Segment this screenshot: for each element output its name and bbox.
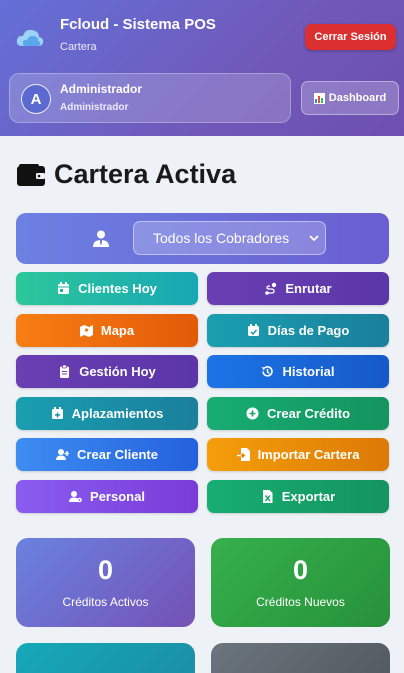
calendar-day-icon	[58, 282, 70, 294]
page-title: Cartera Activa	[17, 159, 236, 190]
historial-button[interactable]: Historial	[207, 355, 389, 388]
stat-creditos-nuevos: 0 Créditos Nuevos	[211, 538, 390, 627]
history-icon	[261, 366, 274, 377]
bar-chart-icon	[313, 92, 325, 104]
app-title: Fcloud - Sistema POS	[60, 16, 216, 33]
calendar-plus-icon	[51, 407, 63, 419]
mapa-button[interactable]: Mapa	[16, 314, 198, 347]
stat-value: 0	[292, 555, 309, 585]
dias-de-pago-button[interactable]: Días de Pago	[207, 314, 389, 347]
dashboard-button[interactable]: Dashboard	[301, 81, 399, 115]
user-card: A Administrador Administrador	[9, 73, 291, 123]
top-header: Fcloud - Sistema POS Cartera Cerrar Sesi…	[0, 0, 404, 136]
chevron-down-icon	[309, 235, 319, 242]
user-plus-icon	[56, 449, 70, 460]
importar-cartera-label: Importar Cartera	[257, 447, 360, 462]
stat-card-partial	[16, 643, 195, 673]
stat-value: 0	[97, 555, 114, 585]
exportar-label: Exportar	[281, 489, 336, 504]
collector-filter-bar: Todos los Cobradores	[16, 213, 389, 264]
stat-label: Créditos Activos	[62, 595, 149, 609]
enrutar-label: Enrutar	[285, 281, 332, 296]
importar-cartera-button[interactable]: Importar Cartera	[207, 438, 389, 471]
historial-label: Historial	[282, 364, 335, 379]
dias-de-pago-label: Días de Pago	[267, 323, 350, 338]
crear-credito-label: Crear Crédito	[266, 406, 351, 421]
enrutar-button[interactable]: Enrutar	[207, 272, 389, 305]
aplazamientos-button[interactable]: Aplazamientos	[16, 397, 198, 430]
map-icon	[79, 325, 93, 337]
user-tie-icon	[93, 230, 109, 247]
stat-label: Créditos Nuevos	[256, 595, 345, 609]
crear-cliente-button[interactable]: Crear Cliente	[16, 438, 198, 471]
exportar-button[interactable]: Exportar	[207, 480, 389, 513]
app-subtitle: Cartera	[60, 41, 97, 53]
avatar: A	[21, 84, 51, 114]
collector-select[interactable]: Todos los Cobradores	[133, 221, 326, 255]
user-cog-icon	[69, 491, 82, 503]
personal-button[interactable]: Personal	[16, 480, 198, 513]
aplazamientos-label: Aplazamientos	[71, 406, 164, 421]
collector-select-value: Todos los Cobradores	[153, 230, 290, 246]
file-import-icon	[236, 448, 250, 461]
stat-creditos-activos: 0 Créditos Activos	[16, 538, 195, 627]
user-name: Administrador	[60, 82, 143, 96]
dashboard-label: Dashboard	[328, 92, 387, 104]
crear-credito-button[interactable]: Crear Crédito	[207, 397, 389, 430]
clipboard-icon	[60, 365, 70, 378]
clientes-hoy-label: Clientes Hoy	[78, 281, 157, 296]
file-excel-icon	[262, 490, 273, 503]
user-role: Administrador	[60, 102, 129, 113]
stat-card-partial	[211, 643, 390, 673]
crear-cliente-label: Crear Cliente	[77, 447, 158, 462]
cloud-logo-icon	[16, 29, 44, 46]
gestion-hoy-label: Gestión Hoy	[79, 364, 156, 379]
calendar-check-icon	[247, 324, 259, 336]
logout-button[interactable]: Cerrar Sesión	[305, 24, 396, 50]
wallet-icon	[17, 163, 45, 186]
page-title-text: Cartera Activa	[54, 159, 237, 189]
plus-circle-icon	[246, 407, 259, 420]
gestion-hoy-button[interactable]: Gestión Hoy	[16, 355, 198, 388]
mapa-label: Mapa	[100, 323, 135, 338]
personal-label: Personal	[90, 489, 145, 504]
clientes-hoy-button[interactable]: Clientes Hoy	[16, 272, 198, 305]
route-icon	[265, 282, 277, 295]
